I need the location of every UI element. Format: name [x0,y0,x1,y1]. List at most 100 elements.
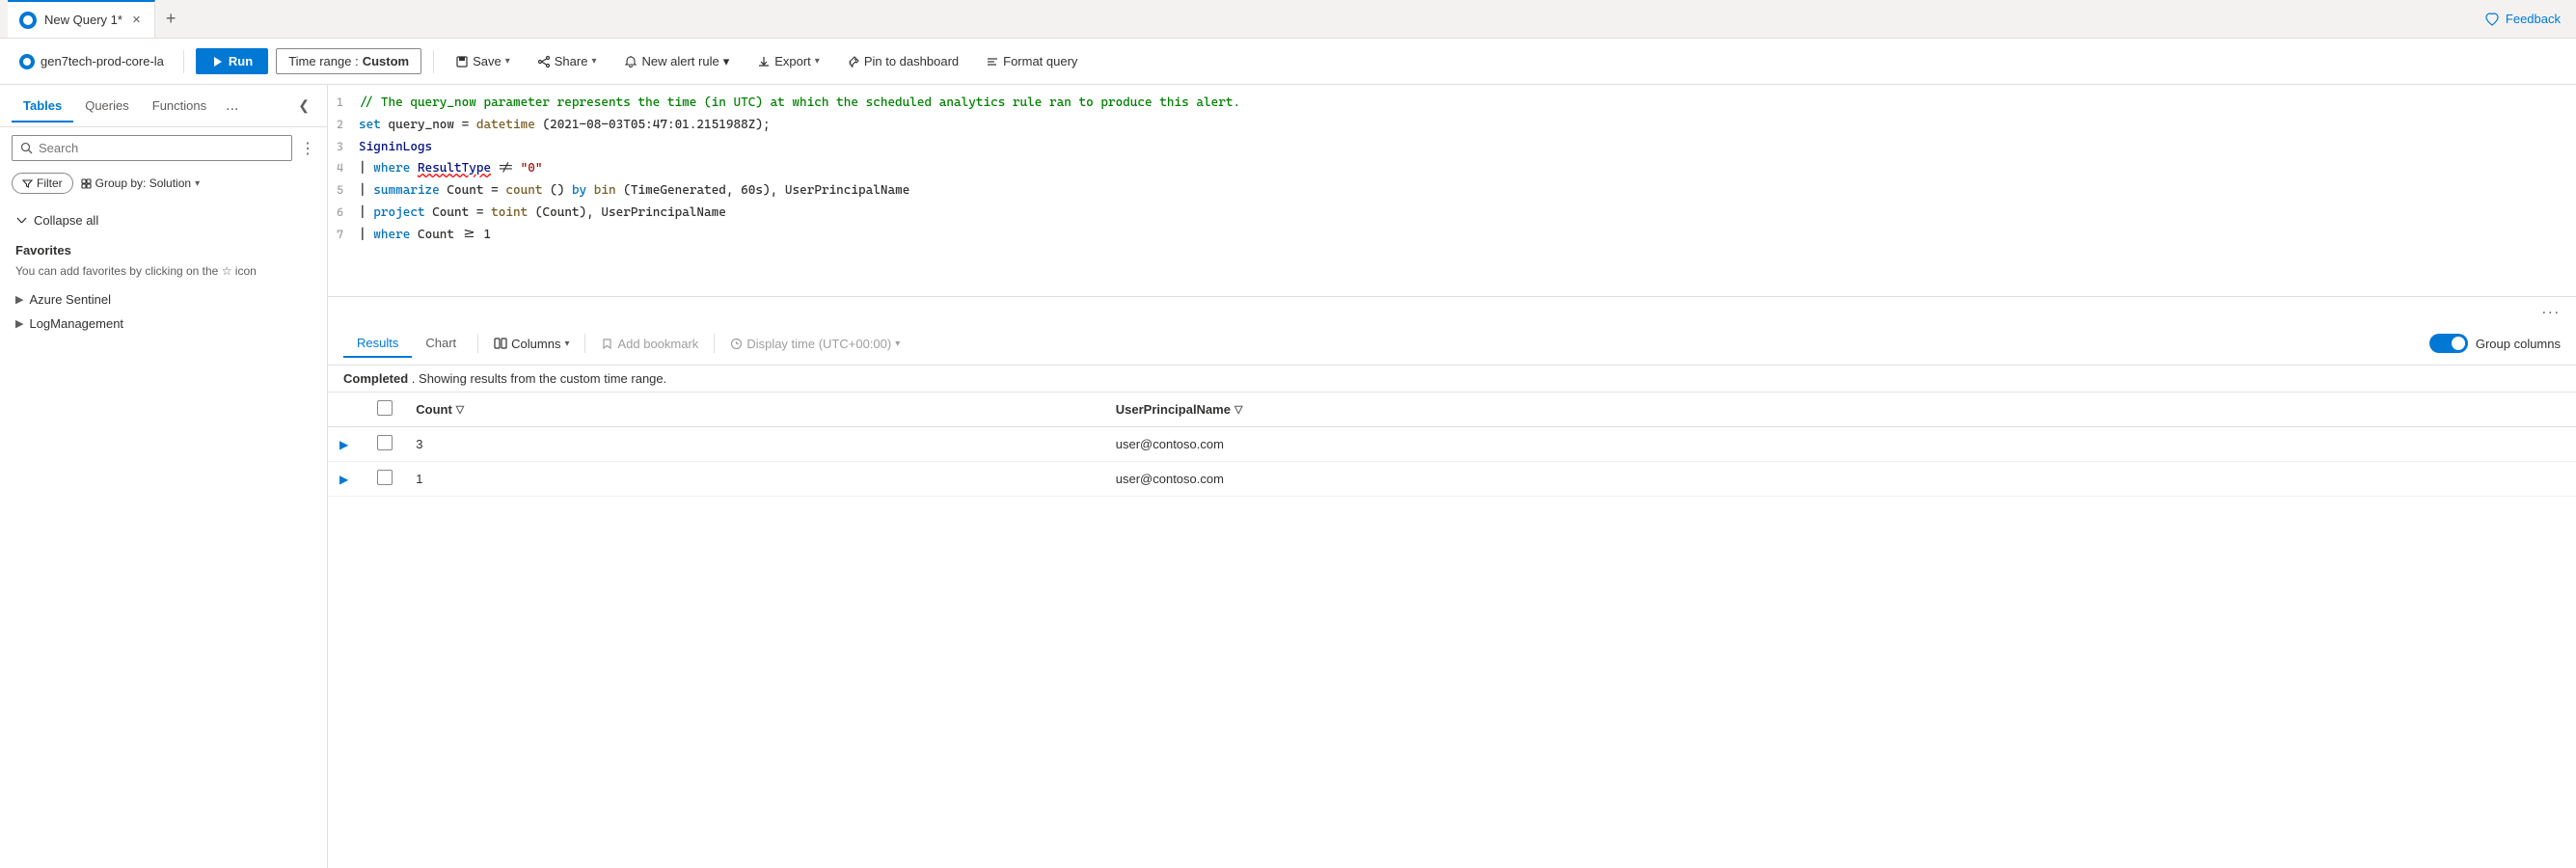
workspace-selector[interactable]: gen7tech-prod-core-la [12,54,172,69]
display-time-button[interactable]: Display time (UTC+00:00) ▾ [722,333,908,355]
sentinel-label: Azure Sentinel [29,292,111,307]
editor-area: 1 // The query_now parameter represents … [328,85,2576,868]
share-icon [537,55,551,68]
results-tab-chart[interactable]: Chart [412,330,470,358]
format-query-button[interactable]: Format query [976,49,1087,73]
row-1-check[interactable] [377,435,393,450]
add-bookmark-button[interactable]: Add bookmark [593,333,706,355]
code-line-2: 2 set query_now = datetime (2021-08-03T0… [328,115,2576,137]
code-editor[interactable]: 1 // The query_now parameter represents … [328,85,2576,297]
display-time-label: Display time (UTC+00:00) [746,337,891,351]
sidebar-tabs: Tables Queries Functions ... ❮ [0,85,327,127]
results-more-dots[interactable]: ... [328,297,2576,322]
status-completed: Completed [343,371,408,386]
run-button[interactable]: Run [196,48,268,74]
sidebar-content: Collapse all Favorites You can add favor… [0,202,327,868]
sidebar-tab-queries[interactable]: Queries [73,91,141,122]
code-line-5: 5 | summarize Count = count () by bin (T… [328,180,2576,203]
group-by-label: Group by: Solution [95,176,191,190]
share-chevron-icon: ▾ [591,56,596,67]
columns-button[interactable]: Columns ▾ [486,333,577,355]
sidebar-filter-row: Filter Group by: Solution ▾ [0,169,327,202]
table-col-user: UserPrincipalName ▽ [1104,393,2576,427]
code-line-3: 3 SigninLogs [328,137,2576,159]
bookmark-icon [601,338,613,350]
new-tab-button[interactable]: + [155,4,186,35]
alert-chevron-icon: ▾ [723,54,730,69]
tab-bar: New Query 1* ✕ + Feedback [0,0,2576,39]
columns-label: Columns [511,337,560,351]
code-line-6: 6 | project Count = toint (Count), UserP… [328,203,2576,225]
group-by-button[interactable]: Group by: Solution ▾ [81,176,200,190]
columns-icon [494,337,507,350]
row-1-expand[interactable]: ▶ [328,427,366,462]
filter-button[interactable]: Filter [12,173,73,194]
alert-icon [624,55,637,68]
tab-close-button[interactable]: ✕ [130,12,143,28]
row-2-check[interactable] [377,470,393,485]
heart-icon [2484,12,2500,27]
sidebar-collapse-button[interactable]: ❮ [292,94,315,118]
sentinel-expand-icon: ▶ [15,293,23,306]
group-columns-toggle[interactable] [2429,334,2468,353]
save-label: Save [473,54,502,68]
sidebar-tab-tables[interactable]: Tables [12,91,73,122]
export-button[interactable]: Export ▾ [747,49,829,73]
sidebar-search-box[interactable] [12,135,292,161]
sidebar-item-azure-sentinel[interactable]: ▶ Azure Sentinel [0,287,327,312]
group-columns-row: Group columns [2429,334,2561,353]
row-2-checkbox[interactable] [366,462,404,497]
row-1-checkbox[interactable] [366,427,404,462]
row-2-expand-icon[interactable]: ▶ [339,473,354,486]
collapse-all-button[interactable]: Collapse all [0,209,327,235]
results-tab-results[interactable]: Results [343,330,412,358]
toolbar: gen7tech-prod-core-la Run Time range : C… [0,39,2576,85]
pin-dashboard-button[interactable]: Pin to dashboard [837,49,968,73]
results-toolbar-sep-3 [714,334,715,353]
row-1-user: user@contoso.com [1104,427,2576,462]
add-bookmark-label: Add bookmark [617,337,698,351]
workspace-name: gen7tech-prod-core-la [41,54,164,68]
row-2-expand[interactable]: ▶ [328,462,366,497]
code-line-7: 7 | where Count >= 1 [328,225,2576,247]
group-columns-label: Group columns [2476,337,2561,351]
table-checkbox-header[interactable] [366,393,404,427]
share-button[interactable]: Share ▾ [528,49,607,73]
workspace-icon [19,54,35,69]
time-range-button[interactable]: Time range : Custom [276,48,421,74]
sidebar-more-button[interactable]: ... [218,94,246,119]
sidebar-search-options[interactable]: ⋮ [300,139,315,158]
results-table: Count ▽ UserPrincipalName ▽ [328,393,2576,868]
feedback-label: Feedback [2506,12,2561,26]
sidebar-item-log-management[interactable]: ▶ LogManagement [0,312,327,336]
feedback-button[interactable]: Feedback [2477,8,2568,31]
pin-label: Pin to dashboard [864,54,959,68]
time-range-prefix: Time range : [288,54,359,68]
filter-label: Filter [37,176,63,190]
save-button[interactable]: Save ▾ [446,49,520,73]
query-tab[interactable]: New Query 1* ✕ [8,0,155,38]
export-icon [757,55,771,68]
toolbar-divider-1 [183,50,184,73]
run-label: Run [229,54,253,68]
search-icon [20,142,33,154]
results-area: ... Results Chart Columns ▾ Add bookmark [328,297,2576,868]
status-text: . Showing results from the custom time r… [412,371,666,386]
sidebar-tab-functions[interactable]: Functions [141,91,218,122]
sidebar: Tables Queries Functions ... ❮ ⋮ Filter … [0,85,328,868]
save-chevron-icon: ▾ [505,56,510,67]
collapse-icon [15,214,28,227]
format-icon [986,55,999,68]
user-filter-icon[interactable]: ▽ [1234,403,1242,416]
search-input[interactable] [39,141,284,155]
logmgmt-expand-icon: ▶ [15,317,23,330]
clock-icon [730,338,743,350]
new-alert-button[interactable]: New alert rule ▾ [613,48,740,75]
filter-icon [22,178,33,189]
count-filter-icon[interactable]: ▽ [456,403,464,416]
query-tab-label: New Query 1* [44,13,122,27]
new-alert-label: New alert rule [641,54,719,68]
select-all-checkbox[interactable] [377,400,393,416]
row-1-expand-icon[interactable]: ▶ [339,438,354,451]
table-col-count: Count ▽ [404,393,1104,427]
